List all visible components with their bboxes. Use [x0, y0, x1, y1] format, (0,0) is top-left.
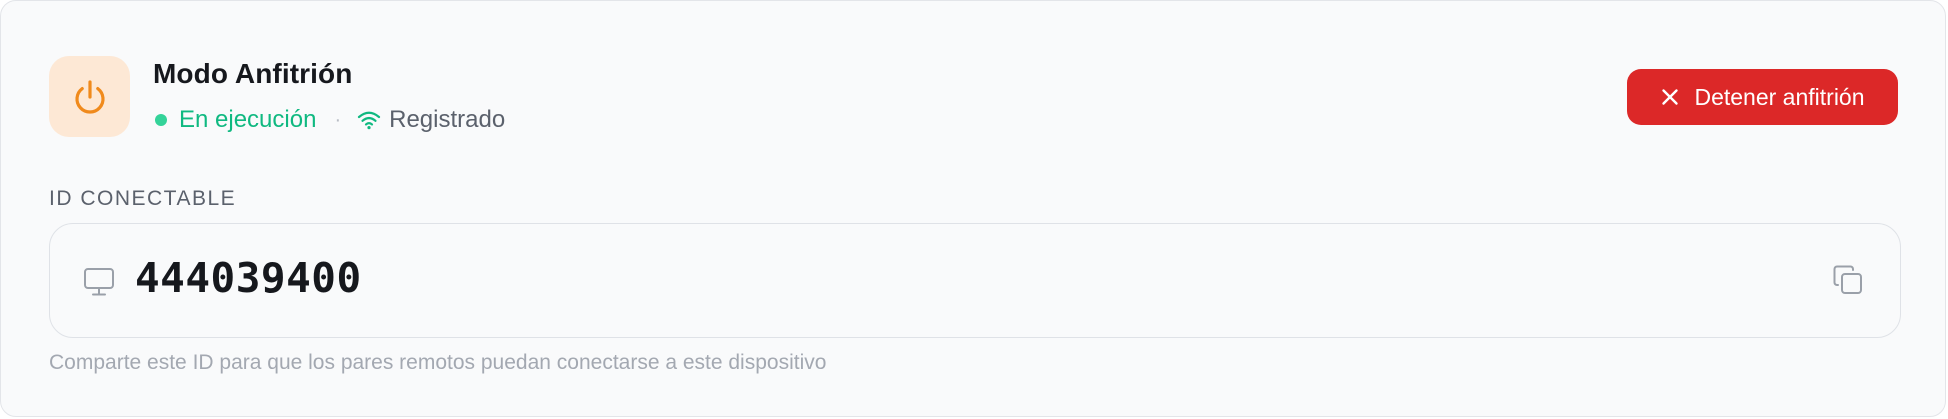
power-tile: [49, 56, 130, 137]
power-icon: [70, 77, 110, 117]
copy-id-button[interactable]: [1830, 262, 1866, 298]
stop-host-label: Detener anfitrión: [1694, 83, 1865, 110]
stop-host-button[interactable]: Detener anfitrión: [1627, 69, 1898, 125]
wifi-icon: [357, 110, 381, 130]
close-icon: [1660, 87, 1680, 107]
copy-icon: [1832, 264, 1864, 296]
host-mode-header: Modo Anfitrión En ejecución · Registrado: [49, 56, 1898, 138]
running-status-text: En ejecución: [179, 106, 317, 133]
monitor-icon: [83, 267, 115, 302]
connectable-id-value: 444039400: [135, 254, 362, 302]
connectable-id-hint: Comparte este ID para que los pares remo…: [49, 351, 827, 374]
running-status-dot: [155, 114, 167, 126]
connectable-id-label: ID CONECTABLE: [49, 187, 237, 210]
title-block: Modo Anfitrión En ejecución · Registrado: [153, 56, 505, 134]
status-row: En ejecución · Registrado: [153, 106, 505, 134]
host-mode-title: Modo Anfitrión: [153, 58, 353, 89]
host-mode-card: Modo Anfitrión En ejecución · Registrado: [0, 0, 1946, 417]
status-separator: ·: [334, 108, 342, 131]
registered-status-text: Registrado: [389, 106, 506, 133]
connectable-id-box: 444039400: [49, 223, 1901, 338]
